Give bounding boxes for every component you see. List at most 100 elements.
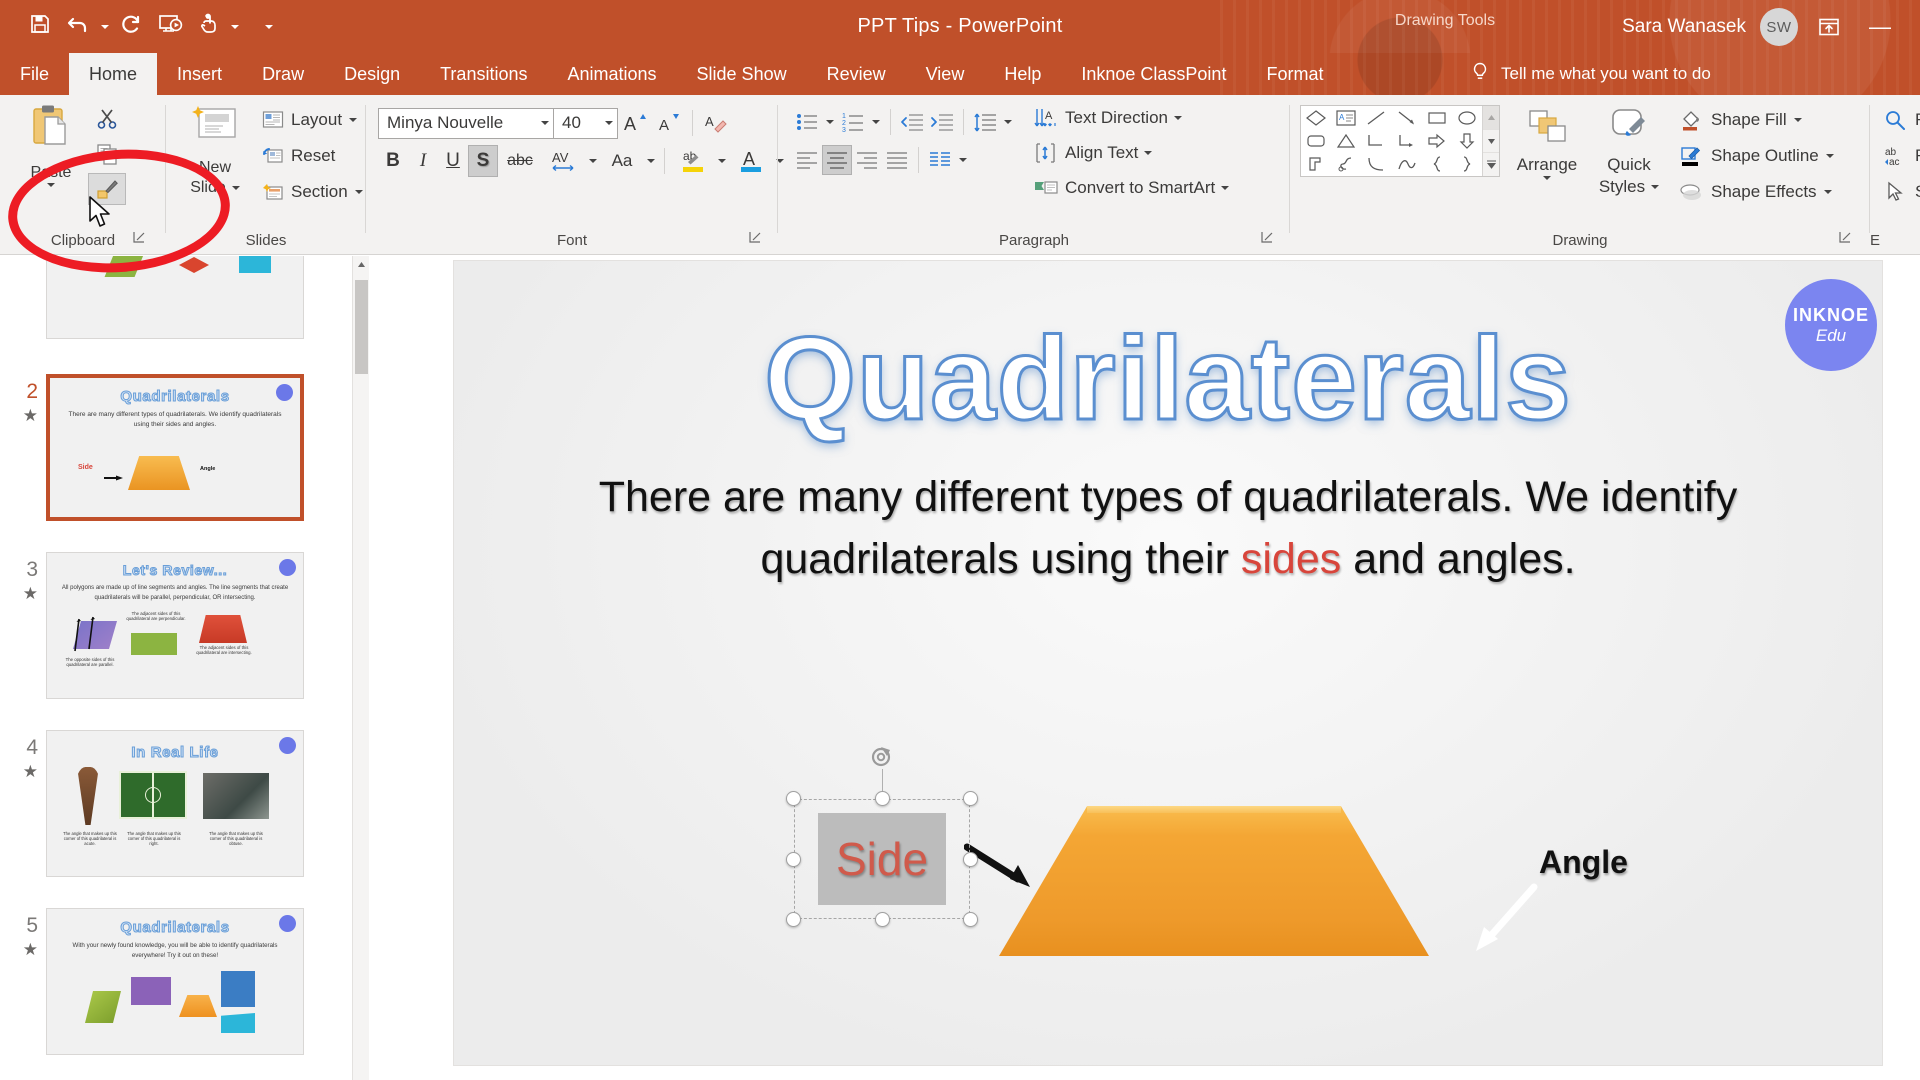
thumbnail-item-3[interactable]: 3 ★ Let's Review... All polygons are mad…	[0, 552, 352, 699]
align-left-button[interactable]	[792, 145, 822, 175]
thumbnail-item-5[interactable]: 5 ★ Quadrilaterals With your newly found…	[0, 908, 352, 1055]
shape-right-brace-icon[interactable]	[1452, 153, 1482, 176]
layout-button[interactable]: Layout	[262, 105, 363, 135]
copy-button[interactable]	[88, 138, 126, 170]
resize-handle-ne[interactable]	[963, 791, 978, 806]
tab-animations[interactable]: Animations	[547, 53, 676, 95]
undo-icon[interactable]	[60, 7, 96, 41]
shapes-gallery-scrollbar[interactable]	[1482, 106, 1499, 176]
text-direction-dropdown-icon[interactable]	[1173, 115, 1182, 120]
section-dropdown-icon[interactable]	[354, 190, 363, 194]
thumbnail-1[interactable]: Quadrilaterals: A Parade of Four-Sided P…	[46, 256, 304, 339]
resize-handle-se[interactable]	[963, 912, 978, 927]
font-name-dropdown-icon[interactable]	[541, 121, 549, 125]
bold-button[interactable]: B	[378, 145, 408, 177]
shape-right-arrow-icon[interactable]	[1422, 129, 1452, 152]
shapes-grid[interactable]: A	[1301, 106, 1482, 176]
customize-quick-access-icon[interactable]	[262, 7, 276, 41]
shape-curve-icon[interactable]	[1361, 153, 1391, 176]
scrollbar-thumb[interactable]	[355, 280, 368, 374]
increase-indent-button[interactable]	[927, 107, 957, 137]
arrange-dropdown-icon[interactable]	[1508, 176, 1586, 180]
tab-inknoe-classpoint[interactable]: Inknoe ClassPoint	[1061, 53, 1246, 95]
text-highlight-color-button[interactable]: ab	[671, 145, 715, 177]
change-case-button[interactable]: Aa	[600, 145, 644, 177]
decrease-font-size-button[interactable]: A	[652, 107, 686, 139]
selected-text-box[interactable]: Side	[786, 747, 978, 927]
find-button[interactable]: F	[1884, 105, 1920, 135]
tab-file[interactable]: File	[0, 53, 69, 95]
paste-button[interactable]: Paste	[18, 103, 84, 187]
shape-left-brace-icon[interactable]	[1422, 153, 1452, 176]
gallery-scroll-down-icon[interactable]	[1483, 128, 1499, 153]
underline-button[interactable]: U	[438, 145, 468, 177]
new-slide-dropdown-icon[interactable]	[231, 186, 240, 190]
font-name-input[interactable]: Minya Nouvelle	[378, 107, 554, 139]
save-icon[interactable]	[22, 7, 58, 41]
tab-transitions[interactable]: Transitions	[420, 53, 547, 95]
tab-review[interactable]: Review	[807, 53, 906, 95]
tell-me-search[interactable]: Tell me what you want to do	[1470, 53, 1711, 95]
resize-handle-sw[interactable]	[786, 912, 801, 927]
trapezoid-shape[interactable]	[999, 806, 1429, 956]
thumbnail-4[interactable]: In Real Life The angle that makes up thi…	[46, 730, 304, 877]
clipboard-dialog-launcher[interactable]	[132, 230, 148, 246]
tab-view[interactable]: View	[906, 53, 985, 95]
quick-access-toolbar[interactable]	[22, 7, 276, 41]
columns-dropdown-icon[interactable]	[955, 145, 971, 175]
avatar[interactable]: SW	[1760, 8, 1798, 46]
font-color-button[interactable]: A	[729, 145, 773, 177]
align-center-button[interactable]	[822, 145, 852, 175]
quick-styles-button[interactable]: Quick Styles	[1590, 107, 1668, 198]
account-area[interactable]: Sara Wanasek SW —	[1622, 8, 1900, 46]
drawing-dialog-launcher[interactable]	[1838, 230, 1854, 246]
thumbnail-2[interactable]: Quadrilaterals There are many different …	[46, 374, 304, 521]
tab-insert[interactable]: Insert	[157, 53, 242, 95]
line-spacing-button[interactable]	[970, 107, 1000, 137]
redo-icon[interactable]	[114, 7, 150, 41]
start-from-beginning-icon[interactable]	[152, 7, 188, 41]
shape-triangle-icon[interactable]	[1331, 129, 1361, 152]
paragraph-dialog-launcher[interactable]	[1260, 230, 1276, 246]
convert-to-smartart-dropdown-icon[interactable]	[1221, 185, 1230, 190]
character-spacing-button[interactable]: AV	[542, 145, 586, 177]
justify-button[interactable]	[882, 145, 912, 175]
shape-arc-icon[interactable]	[1391, 153, 1421, 176]
resize-handle-w[interactable]	[786, 852, 801, 867]
shape-oval-icon[interactable]	[1452, 106, 1482, 129]
character-spacing-dropdown-icon[interactable]	[586, 145, 600, 177]
slide-body-text[interactable]: There are many different types of quadri…	[569, 466, 1767, 590]
gallery-more-icon[interactable]	[1483, 152, 1499, 176]
change-case-dropdown-icon[interactable]	[644, 145, 658, 177]
current-slide[interactable]: INKNOE Edu Quadrilaterals There are many…	[453, 260, 1883, 1066]
columns-button[interactable]	[925, 145, 955, 175]
italic-button[interactable]: I	[408, 145, 438, 177]
ribbon-display-options-icon[interactable]	[1812, 10, 1846, 44]
thumbnail-pane-scrollbar[interactable]	[352, 256, 369, 1080]
shape-outline-dropdown-icon[interactable]	[1825, 154, 1834, 158]
rotate-handle[interactable]	[868, 743, 896, 771]
decrease-indent-button[interactable]	[897, 107, 927, 137]
line-spacing-dropdown-icon[interactable]	[1000, 107, 1016, 137]
shape-fill-dropdown-icon[interactable]	[1793, 118, 1802, 122]
slide-title[interactable]: Quadrilaterals	[454, 311, 1882, 447]
layout-dropdown-icon[interactable]	[349, 118, 358, 122]
resize-handle-n[interactable]	[875, 791, 890, 806]
shape-rectangle-icon[interactable]	[1422, 106, 1452, 129]
increase-font-size-button[interactable]: A	[618, 107, 652, 139]
thumbnail-item-4[interactable]: 4 ★ In Real Life The angle that makes up…	[0, 730, 352, 877]
align-text-button[interactable]: Align Text	[1033, 138, 1229, 167]
align-text-dropdown-icon[interactable]	[1144, 150, 1153, 155]
strikethrough-button[interactable]: abc	[498, 145, 542, 177]
shape-freeform-icon[interactable]	[1301, 153, 1331, 176]
thumbnail-3[interactable]: Let's Review... All polygons are made up…	[46, 552, 304, 699]
quick-styles-dropdown-icon[interactable]	[1651, 185, 1660, 189]
text-highlight-dropdown-icon[interactable]	[715, 145, 729, 177]
paste-dropdown-icon[interactable]	[18, 183, 84, 187]
bullets-button[interactable]	[792, 107, 822, 137]
shape-elbow-connector-icon[interactable]	[1361, 129, 1391, 152]
shape-rounded-rectangle-icon[interactable]	[1301, 129, 1331, 152]
bullets-dropdown-icon[interactable]	[822, 107, 838, 137]
tab-draw[interactable]: Draw	[242, 53, 324, 95]
shapes-gallery[interactable]: A	[1300, 105, 1500, 177]
